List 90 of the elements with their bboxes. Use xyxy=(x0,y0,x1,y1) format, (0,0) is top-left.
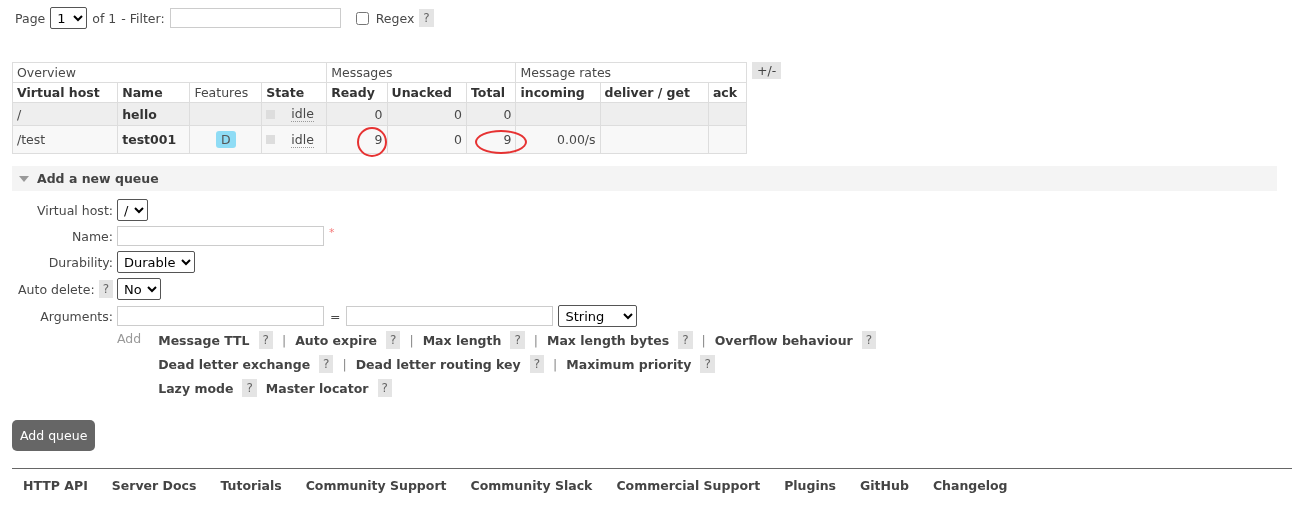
argument-link[interactable]: Maximum priority xyxy=(566,356,692,372)
footer-link[interactable]: Changelog xyxy=(932,478,1008,493)
separator: | xyxy=(701,332,706,348)
footer-link[interactable]: Community Slack xyxy=(470,478,593,493)
help-button[interactable]: ? xyxy=(319,355,334,373)
filter-label: - Filter: xyxy=(121,10,165,26)
help-button[interactable]: ? xyxy=(98,280,113,298)
column-header: deliver / get xyxy=(600,82,709,103)
footer-link[interactable]: Plugins xyxy=(784,478,837,493)
column-header: Virtual host xyxy=(12,82,118,103)
feature-badge: D xyxy=(216,131,236,148)
section-title: Add a new queue xyxy=(37,171,159,186)
column-header: ack xyxy=(708,82,747,103)
table-cell: 0 xyxy=(374,106,383,122)
help-button[interactable]: ? xyxy=(258,331,273,349)
argument-link[interactable]: Max length bytes xyxy=(547,332,670,348)
help-button[interactable]: ? xyxy=(678,331,693,349)
section-header[interactable]: Add a new queue xyxy=(12,166,1277,191)
field-label: Name: xyxy=(71,228,113,244)
table-cell: / xyxy=(12,102,118,126)
footer-link[interactable]: Community Support xyxy=(305,478,447,493)
help-button[interactable]: ? xyxy=(529,355,545,373)
status-square-icon xyxy=(266,135,276,144)
add-queue-button[interactable]: Add queue xyxy=(12,420,96,451)
help-button[interactable]: ? xyxy=(242,379,257,397)
page-label: Page xyxy=(15,10,46,26)
footer-link[interactable]: Tutorials xyxy=(220,478,282,493)
footer-link[interactable]: GitHub xyxy=(860,478,909,493)
table-cell: 0 xyxy=(454,106,462,122)
field-label: Auto delete: xyxy=(18,281,95,297)
separator: | xyxy=(553,356,558,372)
help-button[interactable]: ? xyxy=(377,379,392,397)
help-button[interactable]: ? xyxy=(510,331,525,349)
argument-link[interactable]: Dead letter routing key xyxy=(355,356,521,372)
table-cell: /test xyxy=(12,125,118,154)
equals-sign: = xyxy=(330,308,341,324)
footer-link[interactable]: HTTP API xyxy=(23,478,88,493)
column-group-header: Overview xyxy=(12,62,327,83)
table-cell: 0 xyxy=(503,106,512,122)
type-select[interactable]: String xyxy=(558,305,638,327)
column-header: Unacked xyxy=(387,82,467,103)
footer-link[interactable]: Server Docs xyxy=(111,478,197,493)
queue-name[interactable]: test001 xyxy=(117,125,190,154)
select-field[interactable]: Durable xyxy=(117,251,195,273)
field-label: Durability: xyxy=(48,254,113,270)
regex-label: Regex xyxy=(375,10,415,26)
column-header: Name xyxy=(117,82,190,103)
regex-checkbox[interactable] xyxy=(355,11,369,25)
page-count: of 1 xyxy=(92,10,117,26)
column-header: Features xyxy=(189,82,262,103)
separator: | xyxy=(533,332,538,348)
table-cell: 0.00/s xyxy=(557,132,596,147)
column-group-header: Messages xyxy=(326,62,516,83)
separator: | xyxy=(409,332,414,348)
argument-link[interactable]: Max length xyxy=(422,332,502,348)
filter-field[interactable] xyxy=(169,8,341,28)
argument-link[interactable]: Lazy mode xyxy=(158,380,234,396)
column-header: State xyxy=(261,82,327,103)
column-header: incoming xyxy=(515,82,601,103)
column-header: Total xyxy=(466,82,516,103)
separator: | xyxy=(281,332,287,348)
argument-link[interactable]: Message TTL xyxy=(158,332,250,348)
column-group-header: Message rates xyxy=(515,62,747,83)
required-mark: * xyxy=(329,226,335,239)
help-button[interactable]: ? xyxy=(861,331,877,349)
columns-toggle-button[interactable]: +/- xyxy=(752,62,782,79)
help-button[interactable]: ? xyxy=(700,355,715,373)
table-cell: 0 xyxy=(454,132,462,147)
argument-key-field[interactable] xyxy=(117,306,324,326)
field-label: Virtual host: xyxy=(37,202,113,218)
name-field[interactable] xyxy=(117,226,324,246)
add-label: Add xyxy=(117,331,142,346)
column-header: Ready xyxy=(326,82,388,103)
argument-value-field[interactable] xyxy=(346,306,554,326)
field-label: Arguments: xyxy=(40,308,113,324)
table-cell: 9 xyxy=(503,132,512,147)
argument-link[interactable]: Overflow behaviour xyxy=(714,332,853,348)
footer-link[interactable]: Commercial Support xyxy=(616,478,761,493)
argument-link[interactable]: Master locator xyxy=(265,380,369,396)
select-field[interactable]: / xyxy=(117,199,148,221)
page-select[interactable]: 1 xyxy=(50,7,88,29)
argument-link[interactable]: Auto expire xyxy=(295,332,378,348)
separator: | xyxy=(342,356,347,372)
argument-link[interactable]: Dead letter exchange xyxy=(158,356,311,372)
state-label: idle xyxy=(291,131,314,148)
help-button[interactable]: ? xyxy=(386,331,401,349)
table-cell: 9 xyxy=(374,132,383,147)
select-field[interactable]: No xyxy=(117,278,161,300)
state-label: idle xyxy=(291,106,314,122)
help-button[interactable]: ? xyxy=(419,9,434,27)
